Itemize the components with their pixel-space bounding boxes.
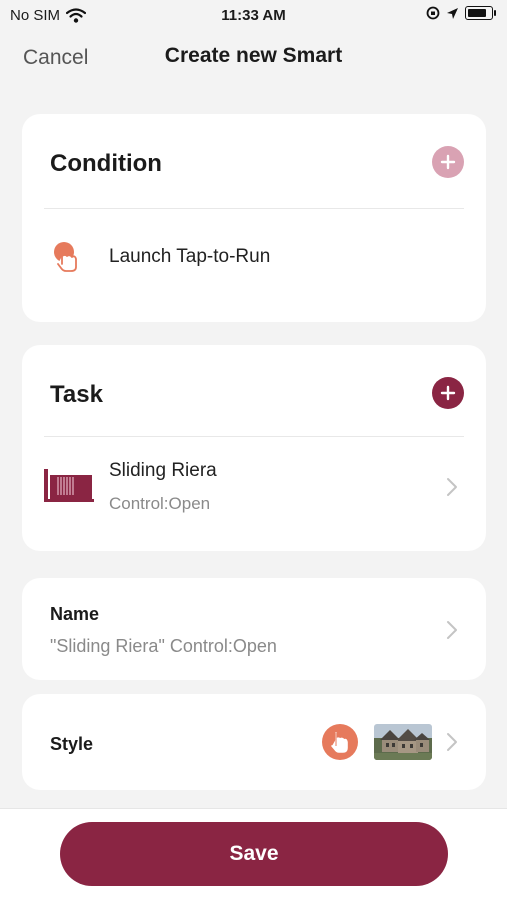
status-bar: No SIM 11:33 AM: [0, 0, 507, 30]
chevron-right-icon: [447, 621, 457, 639]
tap-hand-icon: [331, 732, 348, 753]
chevron-right-icon: [447, 478, 457, 496]
page-title: Create new Smart: [164, 44, 343, 67]
tap-hand-icon: [54, 242, 77, 272]
house-photo-thumbnail: [374, 724, 432, 760]
sliding-gate-icon: [44, 469, 94, 502]
name-title: Name: [50, 604, 100, 624]
condition-card: Condition Launch Tap-to-Run: [22, 114, 486, 322]
bottom-bar: Save: [0, 808, 507, 901]
task-card: Task Sliding Riera Control:Open: [22, 345, 486, 551]
status-right: [426, 6, 496, 20]
save-button[interactable]: Save: [60, 822, 448, 886]
add-condition-button[interactable]: [432, 146, 464, 178]
style-title: Style: [50, 734, 94, 754]
screen-rotation-lock-icon: [426, 6, 440, 20]
divider: [44, 208, 464, 209]
style-tap-hand-icon: [322, 724, 358, 760]
name-value: "Sliding Riera" Control:Open: [50, 636, 277, 656]
plus-icon: [440, 385, 456, 401]
plus-icon: [440, 154, 456, 170]
style-card[interactable]: Style: [22, 694, 486, 790]
add-task-button[interactable]: [432, 377, 464, 409]
battery-icon: [465, 6, 496, 20]
task-item-detail: Control:Open: [109, 494, 211, 513]
condition-item-label[interactable]: Launch Tap-to-Run: [109, 246, 270, 268]
name-card[interactable]: Name "Sliding Riera" Control:Open: [22, 578, 486, 680]
condition-title: Condition: [50, 150, 162, 177]
task-title: Task: [50, 381, 103, 408]
nav-bar: Cancel Create new Smart: [0, 40, 507, 76]
divider: [44, 436, 464, 437]
task-item-label: Sliding Riera: [109, 460, 217, 481]
chevron-right-icon: [447, 733, 457, 751]
location-arrow-icon: [447, 7, 458, 19]
